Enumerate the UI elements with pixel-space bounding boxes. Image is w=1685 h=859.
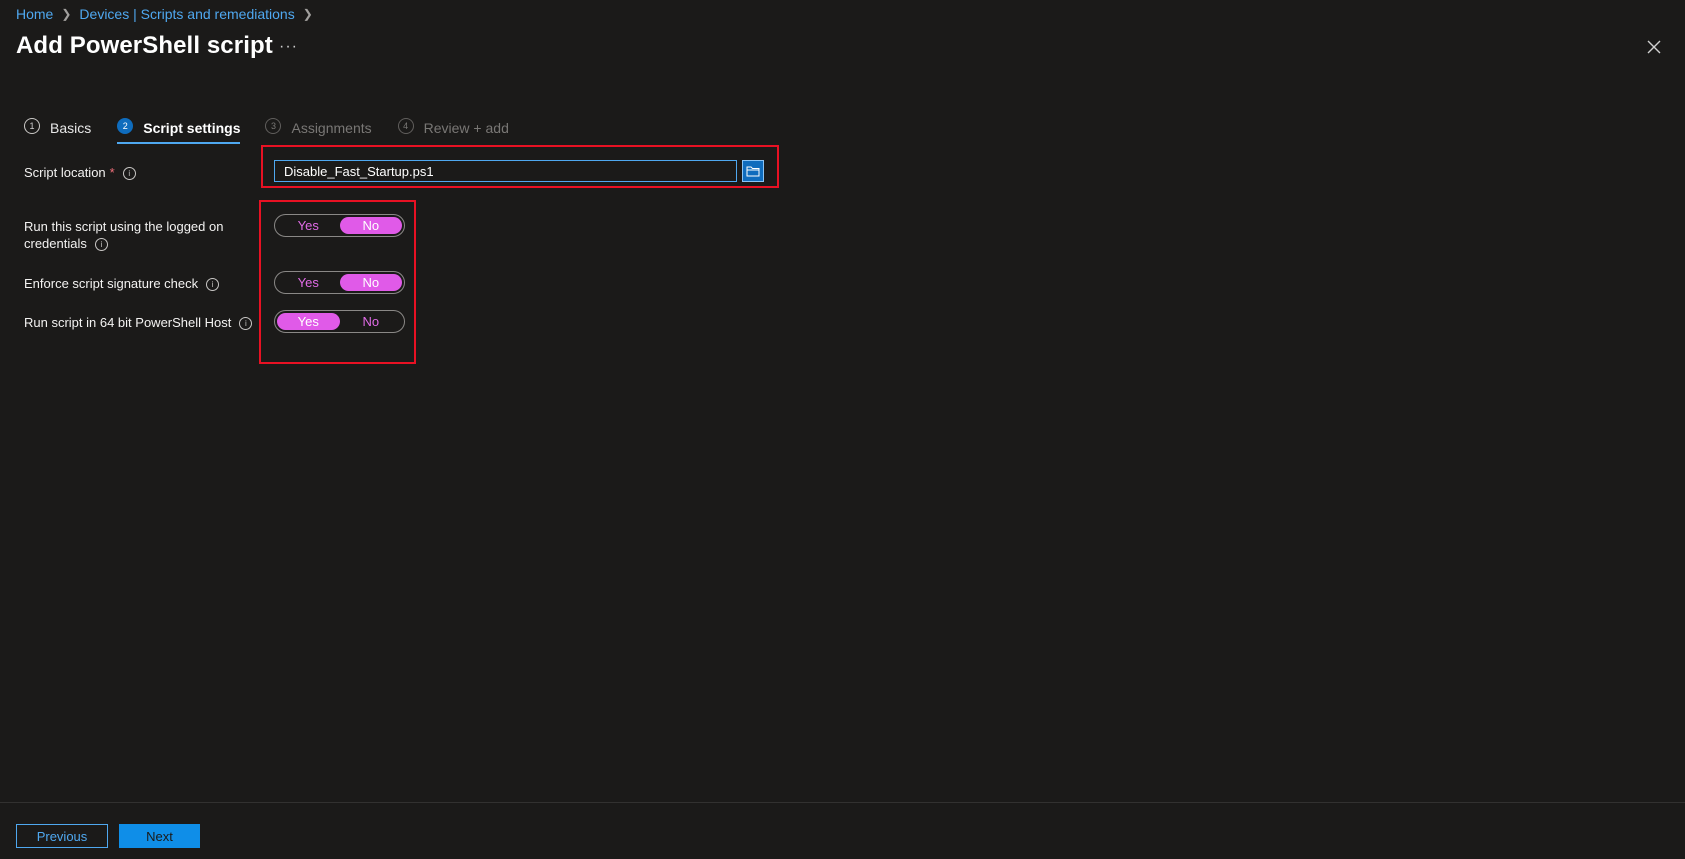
script-location-label-text: Script location	[24, 165, 106, 180]
signature-check-label: Enforce script signature check i	[24, 275, 220, 292]
step-label: Basics	[50, 120, 92, 136]
64bit-host-label: Run script in 64 bit PowerShell Host i	[24, 314, 253, 331]
info-icon[interactable]: i	[206, 278, 220, 292]
setting-label-line: Run script in 64 bit PowerShell Host	[24, 315, 232, 330]
step-number: 1	[24, 118, 40, 134]
footer-divider	[0, 802, 1685, 803]
step-label: Assignments	[291, 120, 372, 136]
previous-button[interactable]: Previous	[16, 824, 108, 848]
step-label: Review + add	[423, 120, 509, 136]
script-location-input[interactable]	[274, 160, 737, 182]
more-options-icon[interactable]: ···	[279, 38, 298, 56]
step-number: 2	[117, 118, 134, 134]
64bit-host-toggle[interactable]: Yes No	[274, 310, 405, 333]
chevron-right-icon: ❯	[61, 7, 72, 21]
logged-on-credentials-label: Run this script using the logged on cred…	[24, 218, 223, 252]
setting-label-line: credentials	[24, 236, 87, 251]
setting-label-line: Enforce script signature check	[24, 276, 199, 291]
info-icon[interactable]: i	[94, 238, 108, 252]
step-script-settings[interactable]: 2 Script settings	[117, 118, 241, 146]
page-title: Add PowerShell script	[16, 32, 273, 59]
logged-on-credentials-toggle[interactable]: Yes No	[274, 214, 405, 237]
breadcrumb: Home ❯ Devices | Scripts and remediation…	[16, 6, 321, 22]
toggle-no-option[interactable]: No	[339, 274, 402, 291]
toggle-no-option[interactable]: No	[340, 313, 403, 330]
setting-label-line: Run this script using the logged on	[24, 219, 224, 234]
step-number: 4	[397, 118, 414, 134]
toggle-yes-option[interactable]: Yes	[277, 313, 340, 330]
toggle-no-option[interactable]: No	[339, 217, 402, 234]
close-icon[interactable]	[1645, 38, 1663, 56]
next-button[interactable]: Next	[119, 824, 200, 848]
breadcrumb-home-link[interactable]: Home	[16, 6, 53, 22]
info-icon[interactable]: i	[122, 167, 136, 181]
step-label: Script settings	[143, 120, 241, 136]
folder-icon	[746, 166, 760, 177]
info-icon[interactable]: i	[239, 317, 253, 331]
step-review-add[interactable]: 4 Review + add	[397, 118, 509, 146]
browse-button[interactable]	[742, 160, 764, 182]
step-number: 3	[265, 118, 282, 134]
signature-check-toggle[interactable]: Yes No	[274, 271, 405, 294]
wizard-steps: 1 Basics 2 Script settings 3 Assignments…	[24, 118, 509, 146]
step-assignments[interactable]: 3 Assignments	[265, 118, 372, 146]
toggle-yes-option[interactable]: Yes	[277, 217, 340, 234]
breadcrumb-devices-link[interactable]: Devices | Scripts and remediations	[79, 6, 294, 22]
step-basics[interactable]: 1 Basics	[24, 118, 91, 146]
required-marker: *	[109, 165, 115, 180]
script-location-label: Script location * i	[24, 164, 136, 181]
toggle-yes-option[interactable]: Yes	[277, 274, 340, 291]
chevron-right-icon: ❯	[302, 7, 313, 21]
